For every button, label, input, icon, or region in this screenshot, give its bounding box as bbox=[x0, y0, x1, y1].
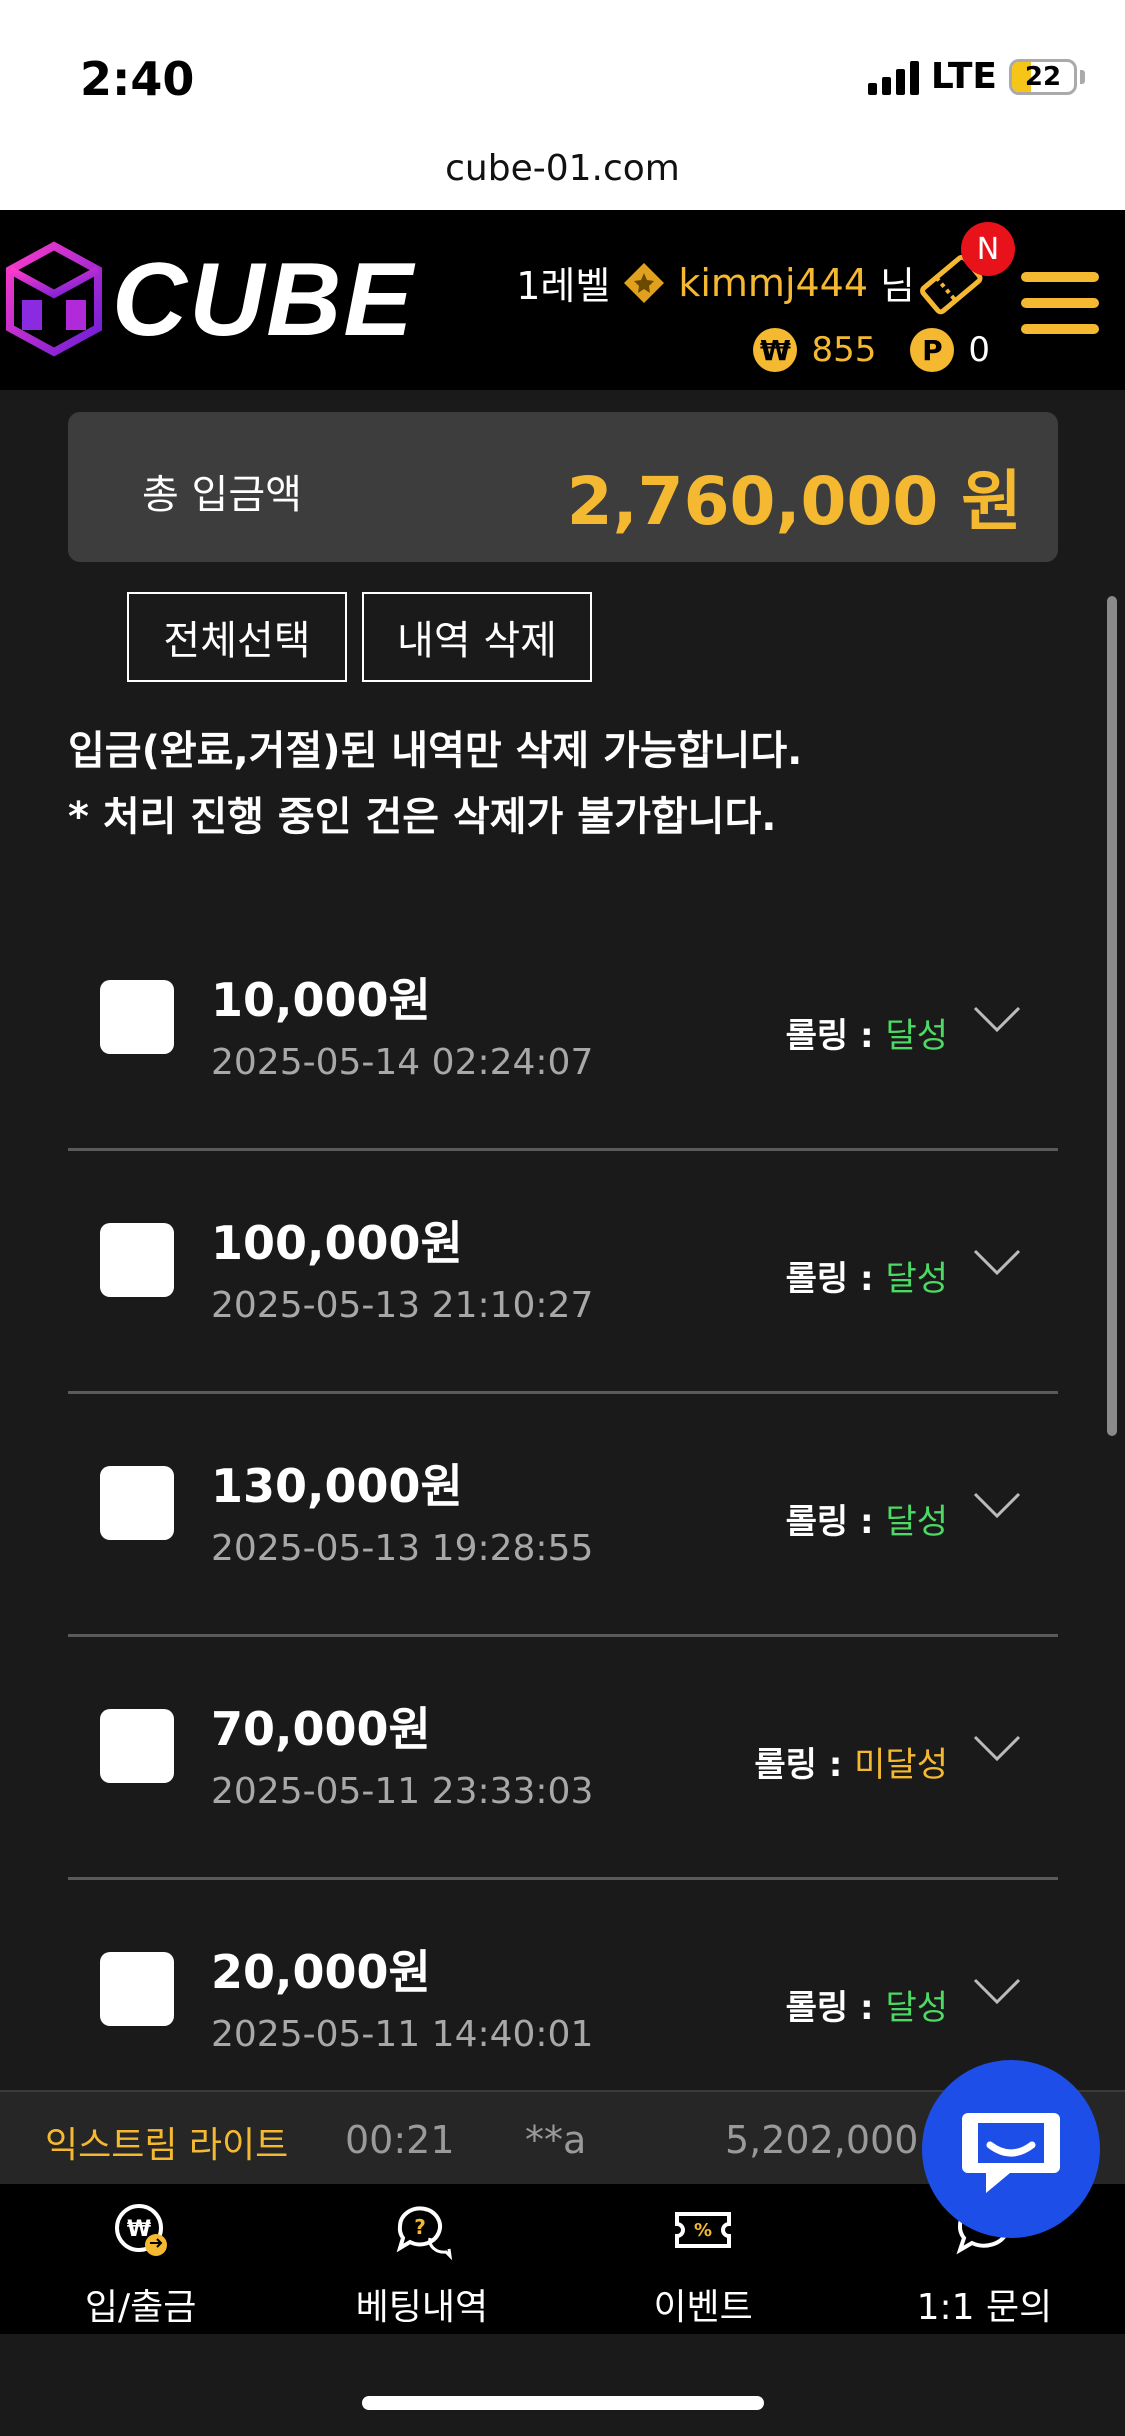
home-indicator-area bbox=[0, 2334, 1125, 2436]
nav-label: 1:1 문의 bbox=[916, 2287, 1053, 2328]
scrollbar[interactable] bbox=[1107, 596, 1117, 1436]
deposit-date: 2025-05-13 21:10:27 bbox=[211, 1285, 594, 1326]
battery-icon: 22 bbox=[1009, 58, 1077, 95]
deposit-date: 2025-05-14 02:24:07 bbox=[211, 1042, 594, 1083]
rolling-status: 롤링 : 달성 bbox=[786, 1008, 948, 1057]
list-item[interactable]: 20,000원 2025-05-11 14:40:01 롤링 : 달성 bbox=[68, 1880, 1058, 2123]
rolling-value: 달성 bbox=[885, 1016, 948, 1056]
list-item[interactable]: 130,000원 2025-05-13 19:28:55 롤링 : 달성 bbox=[68, 1394, 1058, 1637]
item-checkbox[interactable] bbox=[100, 1709, 174, 1783]
network-label: LTE bbox=[930, 56, 997, 97]
rolling-status: 롤링 : 달성 bbox=[786, 1980, 948, 2029]
cube-logo-icon bbox=[6, 241, 102, 357]
chevron-down-icon[interactable] bbox=[972, 1976, 1022, 2006]
balance-info: ₩ 855 P 0 bbox=[753, 328, 990, 372]
signal-icon bbox=[867, 59, 919, 95]
deposit-date: 2025-05-11 14:40:01 bbox=[211, 2014, 594, 2055]
rolling-value: 달성 bbox=[885, 1502, 948, 1542]
rolling-label: 롤링 : bbox=[785, 1259, 874, 1299]
point-coin-icon: P bbox=[910, 328, 955, 372]
nav-label: 이벤트 bbox=[653, 2287, 753, 2328]
money-balance: 855 bbox=[811, 330, 877, 370]
home-indicator[interactable] bbox=[362, 2396, 764, 2410]
question-chat-icon: ? bbox=[396, 2206, 452, 2261]
item-checkbox[interactable] bbox=[100, 1952, 174, 2026]
username[interactable]: kimmj444 bbox=[678, 261, 868, 305]
list-item[interactable]: 10,000원 2025-05-14 02:24:07 롤링 : 달성 bbox=[68, 908, 1058, 1151]
site-header: CUBE 1레벨 kimmj444 님 N ₩ 855 P 0 bbox=[0, 210, 1125, 390]
rolling-label: 롤링 : bbox=[754, 1745, 843, 1785]
ticker-time: 00:21 bbox=[345, 2118, 455, 2162]
rolling-value: 미달성 bbox=[854, 1745, 948, 1785]
item-checkbox[interactable] bbox=[100, 1223, 174, 1297]
nav-label: 입/출금 bbox=[84, 2287, 197, 2328]
chat-bubble-icon bbox=[962, 2113, 1060, 2193]
status-bar: 2:40 LTE 22 bbox=[0, 0, 1125, 130]
deposit-amount: 20,000원 bbox=[211, 1945, 431, 1999]
coupon-icon: % bbox=[675, 2212, 732, 2248]
rolling-status: 롤링 : 달성 bbox=[786, 1251, 948, 1300]
user-level: 1레벨 bbox=[516, 264, 611, 308]
browser-url[interactable]: cube-01.com bbox=[0, 148, 1125, 189]
deposit-amount: 70,000원 bbox=[211, 1702, 431, 1756]
live-chat-button[interactable] bbox=[922, 2060, 1100, 2238]
logo-text: CUBE bbox=[112, 241, 415, 358]
nav-betting-history[interactable]: ? 베팅내역 bbox=[281, 2184, 562, 2334]
deposit-amount: 100,000원 bbox=[211, 1216, 463, 1270]
chevron-down-icon[interactable] bbox=[972, 1733, 1022, 1763]
chevron-down-icon[interactable] bbox=[972, 1004, 1022, 1034]
item-checkbox[interactable] bbox=[100, 980, 174, 1054]
notification-badge[interactable]: N bbox=[961, 222, 1015, 276]
deposit-amount: 10,000원 bbox=[211, 973, 431, 1027]
list-item[interactable]: 70,000원 2025-05-11 23:33:03 롤링 : 미달성 bbox=[68, 1637, 1058, 1880]
user-info: 1레벨 kimmj444 님 bbox=[516, 255, 915, 310]
rolling-label: 롤링 : bbox=[785, 1988, 874, 2028]
chevron-down-icon[interactable] bbox=[972, 1490, 1022, 1520]
nav-label: 베팅내역 bbox=[355, 2287, 489, 2328]
delete-notice: 입금(완료,거절)된 내역만 삭제 가능합니다. * 처리 진행 중인 건은 삭… bbox=[68, 718, 802, 850]
delete-history-button[interactable]: 내역 삭제 bbox=[362, 592, 592, 682]
rolling-status: 롤링 : 달성 bbox=[786, 1494, 948, 1543]
nav-deposit-withdraw[interactable]: ₩ 입/출금 bbox=[0, 2184, 281, 2334]
rolling-value: 달성 bbox=[885, 1259, 948, 1299]
deposit-date: 2025-05-13 19:28:55 bbox=[211, 1528, 594, 1569]
rolling-value: 달성 bbox=[885, 1988, 948, 2028]
notice-line-1: 입금(완료,거절)된 내역만 삭제 가능합니다. bbox=[68, 728, 803, 774]
point-balance: 0 bbox=[968, 330, 990, 370]
rolling-label: 롤링 : bbox=[785, 1016, 874, 1056]
deposit-list: 10,000원 2025-05-14 02:24:07 롤링 : 달성 100,… bbox=[68, 908, 1058, 2123]
status-indicators: LTE 22 bbox=[867, 56, 1085, 97]
ticker-user: **a bbox=[525, 2118, 587, 2162]
svg-text:%: % bbox=[694, 2220, 712, 2241]
chevron-down-icon[interactable] bbox=[972, 1247, 1022, 1277]
menu-icon[interactable] bbox=[1021, 272, 1099, 334]
rolling-label: 롤링 : bbox=[785, 1502, 874, 1542]
site-logo[interactable]: CUBE bbox=[4, 240, 415, 360]
deposit-date: 2025-05-11 23:33:03 bbox=[211, 1771, 594, 1812]
deposit-amount: 130,000원 bbox=[211, 1459, 463, 1513]
won-coin-icon: ₩ bbox=[753, 328, 798, 372]
honorific: 님 bbox=[880, 264, 915, 308]
nav-events[interactable]: % 이벤트 bbox=[563, 2184, 844, 2334]
select-all-button[interactable]: 전체선택 bbox=[127, 592, 347, 682]
svg-text:?: ? bbox=[414, 2215, 426, 2239]
list-item[interactable]: 100,000원 2025-05-13 21:10:27 롤링 : 달성 bbox=[68, 1151, 1058, 1394]
wallet-exchange-icon: ₩ bbox=[114, 2204, 167, 2256]
rolling-status: 롤링 : 미달성 bbox=[754, 1737, 948, 1786]
total-deposit-label: 총 입금액 bbox=[142, 472, 302, 518]
level-diamond-icon bbox=[624, 262, 665, 303]
item-checkbox[interactable] bbox=[100, 1466, 174, 1540]
total-deposit-box: 총 입금액 2,760,000 원 bbox=[68, 412, 1058, 562]
battery-level: 22 bbox=[1024, 61, 1062, 92]
notice-line-2: * 처리 진행 중인 건은 삭제가 불가합니다. bbox=[68, 794, 777, 840]
ticker-game: 익스트림 라이트 bbox=[45, 2125, 289, 2166]
status-time: 2:40 bbox=[80, 52, 195, 106]
ticker-amount: 5,202,000 bbox=[725, 2118, 919, 2162]
total-deposit-value: 2,760,000 원 bbox=[566, 463, 1022, 540]
